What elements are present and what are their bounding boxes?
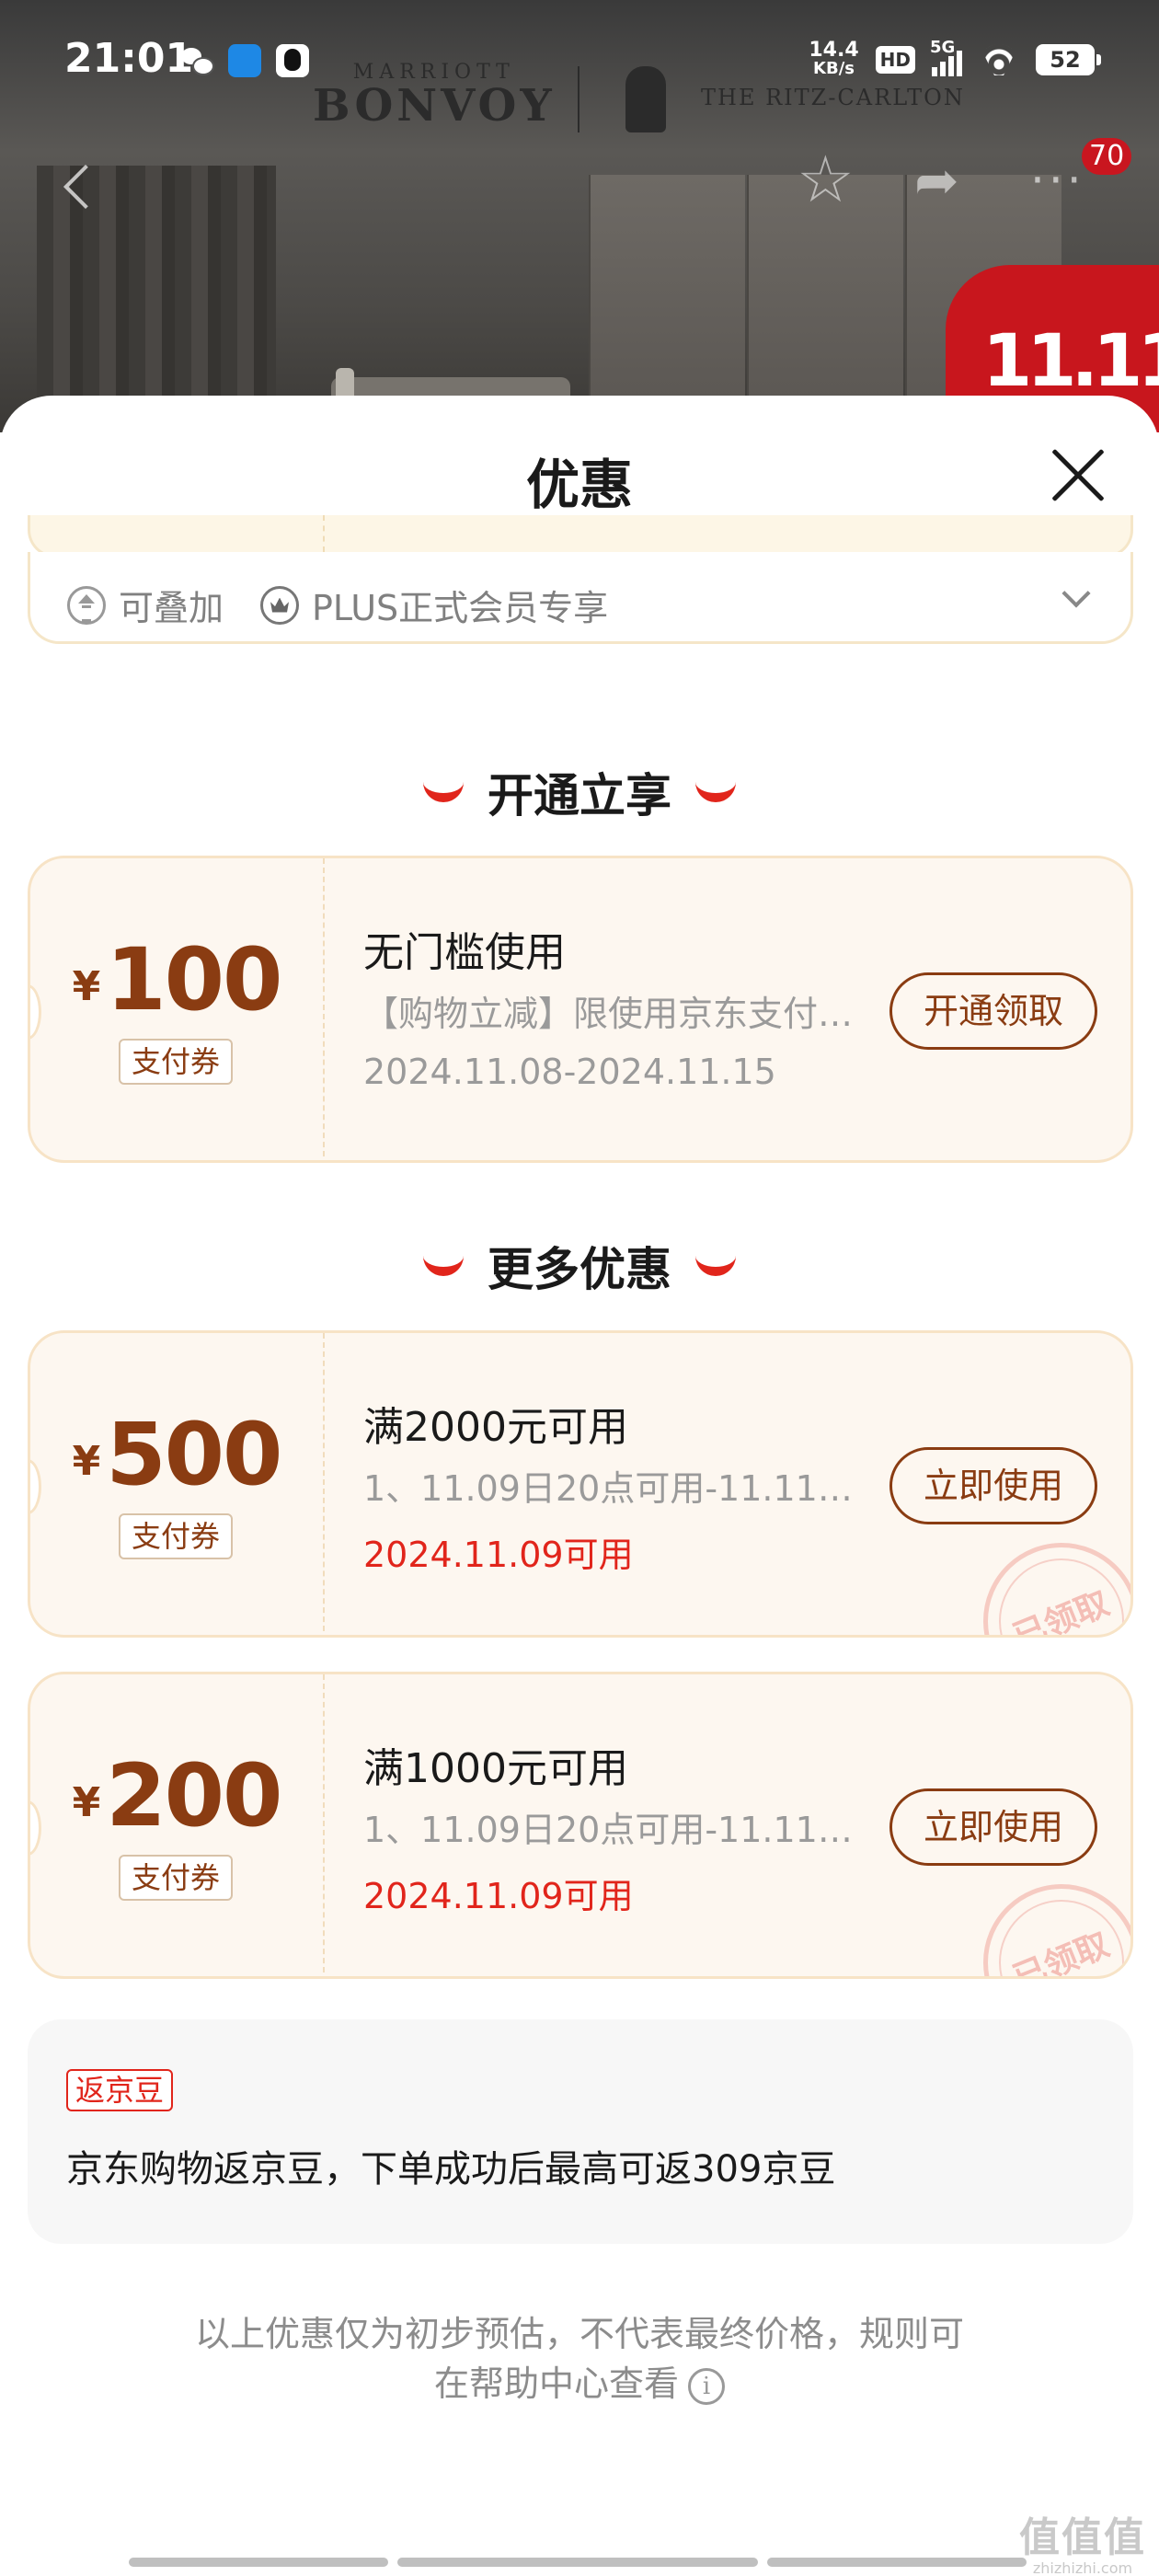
- section-open-label: 开通立享: [488, 769, 671, 822]
- coupon-desc: 1、11.09日20点可用-11.11…: [363, 1810, 853, 1850]
- coupon-amount: ¥500: [30, 1405, 323, 1505]
- coupon-date: 2024.11.08-2024.11.15: [363, 1052, 776, 1092]
- coupon-type-tag: 支付券: [119, 1855, 234, 1901]
- smile-right-icon: [695, 782, 736, 802]
- net-speed: 14.4 KB/s: [809, 39, 859, 78]
- plus-member-tag: PLUS正式会员专享: [260, 580, 608, 630]
- logo-divider: [578, 66, 580, 132]
- signal-label: 5G: [930, 38, 956, 57]
- sheet-title: 优惠: [525, 454, 633, 516]
- home-indicator: [129, 2558, 388, 2567]
- coupon-divider: [323, 1674, 325, 1976]
- coupon-title: 满1000元可用: [363, 1745, 628, 1792]
- coupon-amount-value: 100: [106, 930, 282, 1030]
- stackable-label: 可叠加: [119, 588, 224, 628]
- signal-icon: 5G: [930, 38, 962, 76]
- jd-bean-text: 京东购物返京豆，下单成功后最高可返309京豆: [66, 2148, 836, 2191]
- coupon-card[interactable]: ¥100 支付券 无门槛使用 【购物立减】限使用京东支付… 2024.11.08…: [28, 856, 1133, 1163]
- claimed-stamp: 已领取: [959, 1519, 1130, 1635]
- section-more-label: 更多优惠: [488, 1243, 671, 1296]
- use-now-button[interactable]: 立即使用: [889, 1447, 1097, 1524]
- coupon-desc: 1、11.09日20点可用-11.11…: [363, 1468, 853, 1509]
- disclaimer: 以上优惠仅为初步预估，不代表最终价格，规则可 在帮助中心查看 i: [0, 2309, 1159, 2409]
- share-icon[interactable]: ➦: [914, 153, 959, 208]
- net-speed-value: 14.4: [809, 39, 859, 62]
- plus-tags: 可叠加 PLUS正式会员专享: [67, 580, 608, 630]
- coupon-type-tag: 支付券: [119, 1513, 234, 1559]
- promo-badge-label: 11.11: [982, 320, 1159, 403]
- logo-bonvoy-text: BONVOY: [313, 80, 556, 132]
- qq-icon: [276, 44, 309, 77]
- stackable-tag: 可叠加: [67, 580, 224, 630]
- coupon-title: 满2000元可用: [363, 1404, 628, 1451]
- currency-symbol: ¥: [72, 963, 101, 1010]
- currency-symbol: ¥: [72, 1779, 101, 1826]
- jd-bean-tag: 返京豆: [66, 2069, 174, 2111]
- ritz-carlton-logo: THE RITZ-CARLTON: [701, 85, 965, 110]
- wechat-icon: [179, 44, 214, 77]
- crown-icon: [260, 585, 300, 625]
- plus-member-label: PLUS正式会员专享: [312, 588, 609, 628]
- claimed-stamp: 已领取: [959, 1860, 1130, 1976]
- info-icon[interactable]: i: [688, 2367, 725, 2405]
- photo-wall-panel: [589, 175, 745, 432]
- status-indicators: 14.4 KB/s HD 5G 52: [809, 37, 1101, 83]
- smile-left-icon: [423, 782, 464, 802]
- smile-left-icon: [423, 1256, 464, 1276]
- coupon-divider: [323, 1333, 325, 1635]
- watermark-domain: zhizhizhi.com: [1032, 2559, 1133, 2576]
- site-watermark: 值值值 zhizhizhi.com: [1019, 2504, 1146, 2576]
- chevron-down-icon[interactable]: [1061, 579, 1091, 608]
- close-icon[interactable]: [1049, 445, 1107, 504]
- disclaimer-line-1: 以上优惠仅为初步预估，不代表最终价格，规则可: [194, 2314, 964, 2354]
- discount-sheet: 优惠 可叠加 PLUS正式会员专享 开通立享 ¥100 支付券 无门槛使用 【购…: [0, 396, 1159, 2576]
- coupon-date: 2024.11.09可用: [363, 1535, 634, 1575]
- hd-badge: HD: [875, 46, 915, 74]
- coupon-amount-value: 200: [106, 1746, 282, 1846]
- coupon-title: 无门槛使用: [363, 929, 566, 976]
- stackable-icon: [67, 585, 106, 625]
- smile-right-icon: [695, 1256, 736, 1276]
- app-blue-icon: [228, 44, 261, 77]
- use-now-button[interactable]: 立即使用: [889, 1788, 1097, 1866]
- home-indicator: [767, 2558, 1027, 2567]
- star-icon[interactable]: ☆: [797, 147, 855, 212]
- watermark-logo: 值值值: [1019, 2514, 1146, 2561]
- coupon-amount: ¥200: [30, 1746, 323, 1846]
- status-time: 21:01: [64, 35, 194, 82]
- disclaimer-line-2-wrap: 在帮助中心查看 i: [0, 2359, 1159, 2409]
- more-icon[interactable]: ···: [1030, 157, 1085, 203]
- section-title-open: 开通立享: [0, 759, 1159, 825]
- coupon-amount: ¥100: [30, 930, 323, 1030]
- section-title-more: 更多优惠: [0, 1233, 1159, 1299]
- coupon-desc: 【购物立减】限使用京东支付…: [363, 994, 854, 1034]
- ritz-lion-logo: [625, 66, 666, 132]
- disclaimer-line-2[interactable]: 在帮助中心查看: [434, 2363, 679, 2404]
- message-count-badge: 70: [1082, 138, 1132, 175]
- marriott-bonvoy-logo: MARRIOTT BONVOY: [313, 61, 556, 132]
- currency-symbol: ¥: [72, 1438, 101, 1485]
- jd-bean-card: 返京豆 京东购物返京豆，下单成功后最高可返309京豆: [28, 2019, 1133, 2244]
- net-speed-unit: KB/s: [813, 59, 855, 78]
- coupon-divider: [323, 858, 325, 1160]
- wifi-icon: [979, 44, 1019, 75]
- coupon-card[interactable]: ¥500 支付券 满2000元可用 1、11.09日20点可用-11.11… 2…: [28, 1330, 1133, 1638]
- activate-claim-button[interactable]: 开通领取: [889, 972, 1097, 1050]
- coupon-card[interactable]: ¥200 支付券 满1000元可用 1、11.09日20点可用-11.11… 2…: [28, 1672, 1133, 1979]
- coupon-type-tag: 支付券: [119, 1039, 234, 1085]
- plus-coupon-card[interactable]: 可叠加 PLUS正式会员专享: [28, 552, 1133, 644]
- coupon-date: 2024.11.09可用: [363, 1876, 634, 1916]
- coupon-amount-value: 500: [106, 1405, 282, 1505]
- chevron-left-icon[interactable]: [57, 158, 94, 213]
- status-bar: 21:01 14.4 KB/s HD 5G 52: [0, 0, 1159, 110]
- battery-icon: 52: [1036, 44, 1101, 75]
- home-indicator: [397, 2558, 758, 2567]
